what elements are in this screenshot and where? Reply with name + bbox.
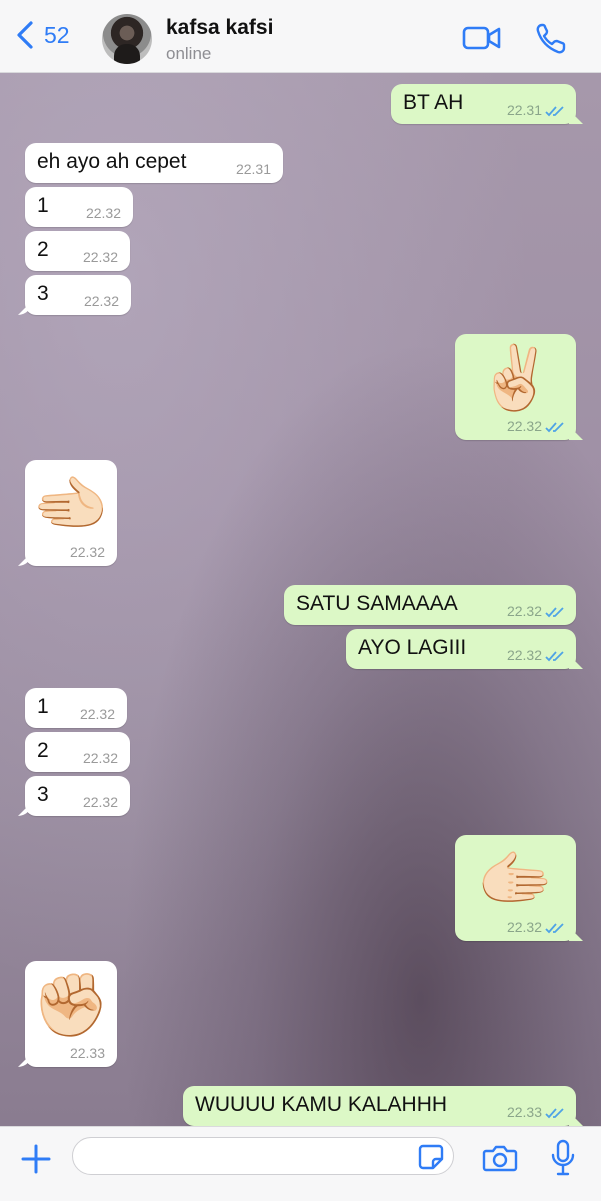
- message-time: 22.32: [506, 418, 542, 434]
- message-bubble-incoming[interactable]: 3 22.32: [25, 776, 130, 816]
- double-tick-icon: [545, 651, 564, 662]
- message-time: 22.31: [235, 161, 271, 177]
- message-time: 22.32: [506, 919, 542, 935]
- message-bubble-outgoing[interactable]: SATU SAMAAAA 22.32: [284, 585, 576, 625]
- message-time: 22.33: [69, 1045, 105, 1061]
- back-button[interactable]: 52: [14, 20, 70, 50]
- message-bubble-incoming[interactable]: 1 22.32: [25, 187, 133, 227]
- message-text: SATU SAMAAAA: [296, 592, 458, 615]
- back-chevron-icon: [17, 21, 33, 49]
- message-bubble-incoming[interactable]: 2 22.32: [25, 732, 130, 772]
- message-text: 3: [37, 783, 49, 806]
- message-time: 22.32: [69, 544, 105, 560]
- message-time: 22.32: [506, 603, 542, 619]
- message-text: eh ayo ah cepet: [37, 150, 187, 173]
- message-time: 22.32: [506, 647, 542, 663]
- message-bubble-incoming[interactable]: 🫲🏻 22.32: [25, 460, 117, 566]
- message-time: 22.33: [506, 1104, 542, 1120]
- chat-area[interactable]: BT AH 22.31 eh ayo ah cepet 22.31 1 22.3…: [0, 72, 601, 1126]
- message-bubble-incoming[interactable]: 1 22.32: [25, 688, 127, 728]
- message-bubble-incoming[interactable]: 3 22.32: [25, 275, 131, 315]
- message-text: 2: [37, 238, 49, 261]
- double-tick-icon: [545, 1108, 564, 1119]
- composer-bar: [0, 1126, 601, 1201]
- double-tick-icon: [545, 106, 564, 117]
- microphone-icon[interactable]: [550, 1139, 576, 1177]
- open-hand-icon: 🫱🏻: [476, 845, 555, 914]
- unread-count: 52: [44, 21, 70, 48]
- message-time: 22.32: [82, 750, 118, 766]
- message-bubble-outgoing[interactable]: WUUUU KAMU KALAHHH 22.33: [183, 1086, 576, 1126]
- double-tick-icon: [545, 923, 564, 934]
- message-text: AYO LAGIII: [358, 636, 467, 659]
- message-time: 22.32: [83, 293, 119, 309]
- double-tick-icon: [545, 607, 564, 618]
- plus-icon[interactable]: [20, 1143, 52, 1175]
- message-bubble-incoming[interactable]: ✊🏻 22.33: [25, 961, 117, 1067]
- message-text: WUUUU KAMU KALAHHH: [195, 1093, 448, 1116]
- video-call-icon[interactable]: [462, 24, 502, 52]
- message-bubble-outgoing[interactable]: ✌🏻 22.32: [455, 334, 576, 440]
- avatar[interactable]: [102, 14, 152, 64]
- message-time: 22.32: [82, 249, 118, 265]
- message-bubble-outgoing[interactable]: 🫱🏻 22.32: [455, 835, 576, 941]
- message-bubble-incoming[interactable]: 2 22.32: [25, 231, 130, 271]
- message-time: 22.31: [506, 102, 542, 118]
- message-time: 22.32: [85, 205, 121, 221]
- camera-icon[interactable]: [482, 1143, 518, 1173]
- raised-fist-icon: ✊🏻: [32, 971, 110, 1040]
- contact-status: online: [166, 44, 212, 63]
- victory-hand-icon: ✌🏻: [476, 344, 555, 413]
- message-input[interactable]: [72, 1137, 454, 1175]
- contact-name[interactable]: kafsa kafsi: [166, 16, 273, 40]
- message-text: BT AH: [403, 91, 464, 114]
- sticker-icon[interactable]: [418, 1144, 444, 1170]
- open-hand-icon: 🫲🏻: [32, 470, 110, 539]
- message-text: 2: [37, 739, 49, 762]
- double-tick-icon: [545, 422, 564, 433]
- message-text: 3: [37, 282, 49, 305]
- chat-header: 52 kafsa kafsi online: [0, 0, 601, 73]
- message-time: 22.32: [79, 706, 115, 722]
- message-bubble-outgoing[interactable]: AYO LAGIII 22.32: [346, 629, 576, 669]
- message-text: 1: [37, 695, 49, 718]
- message-bubble-outgoing[interactable]: BT AH 22.31: [391, 84, 576, 124]
- message-bubble-incoming[interactable]: eh ayo ah cepet 22.31: [25, 143, 283, 183]
- message-text: 1: [37, 194, 49, 217]
- message-time: 22.32: [82, 794, 118, 810]
- phone-icon[interactable]: [534, 22, 568, 56]
